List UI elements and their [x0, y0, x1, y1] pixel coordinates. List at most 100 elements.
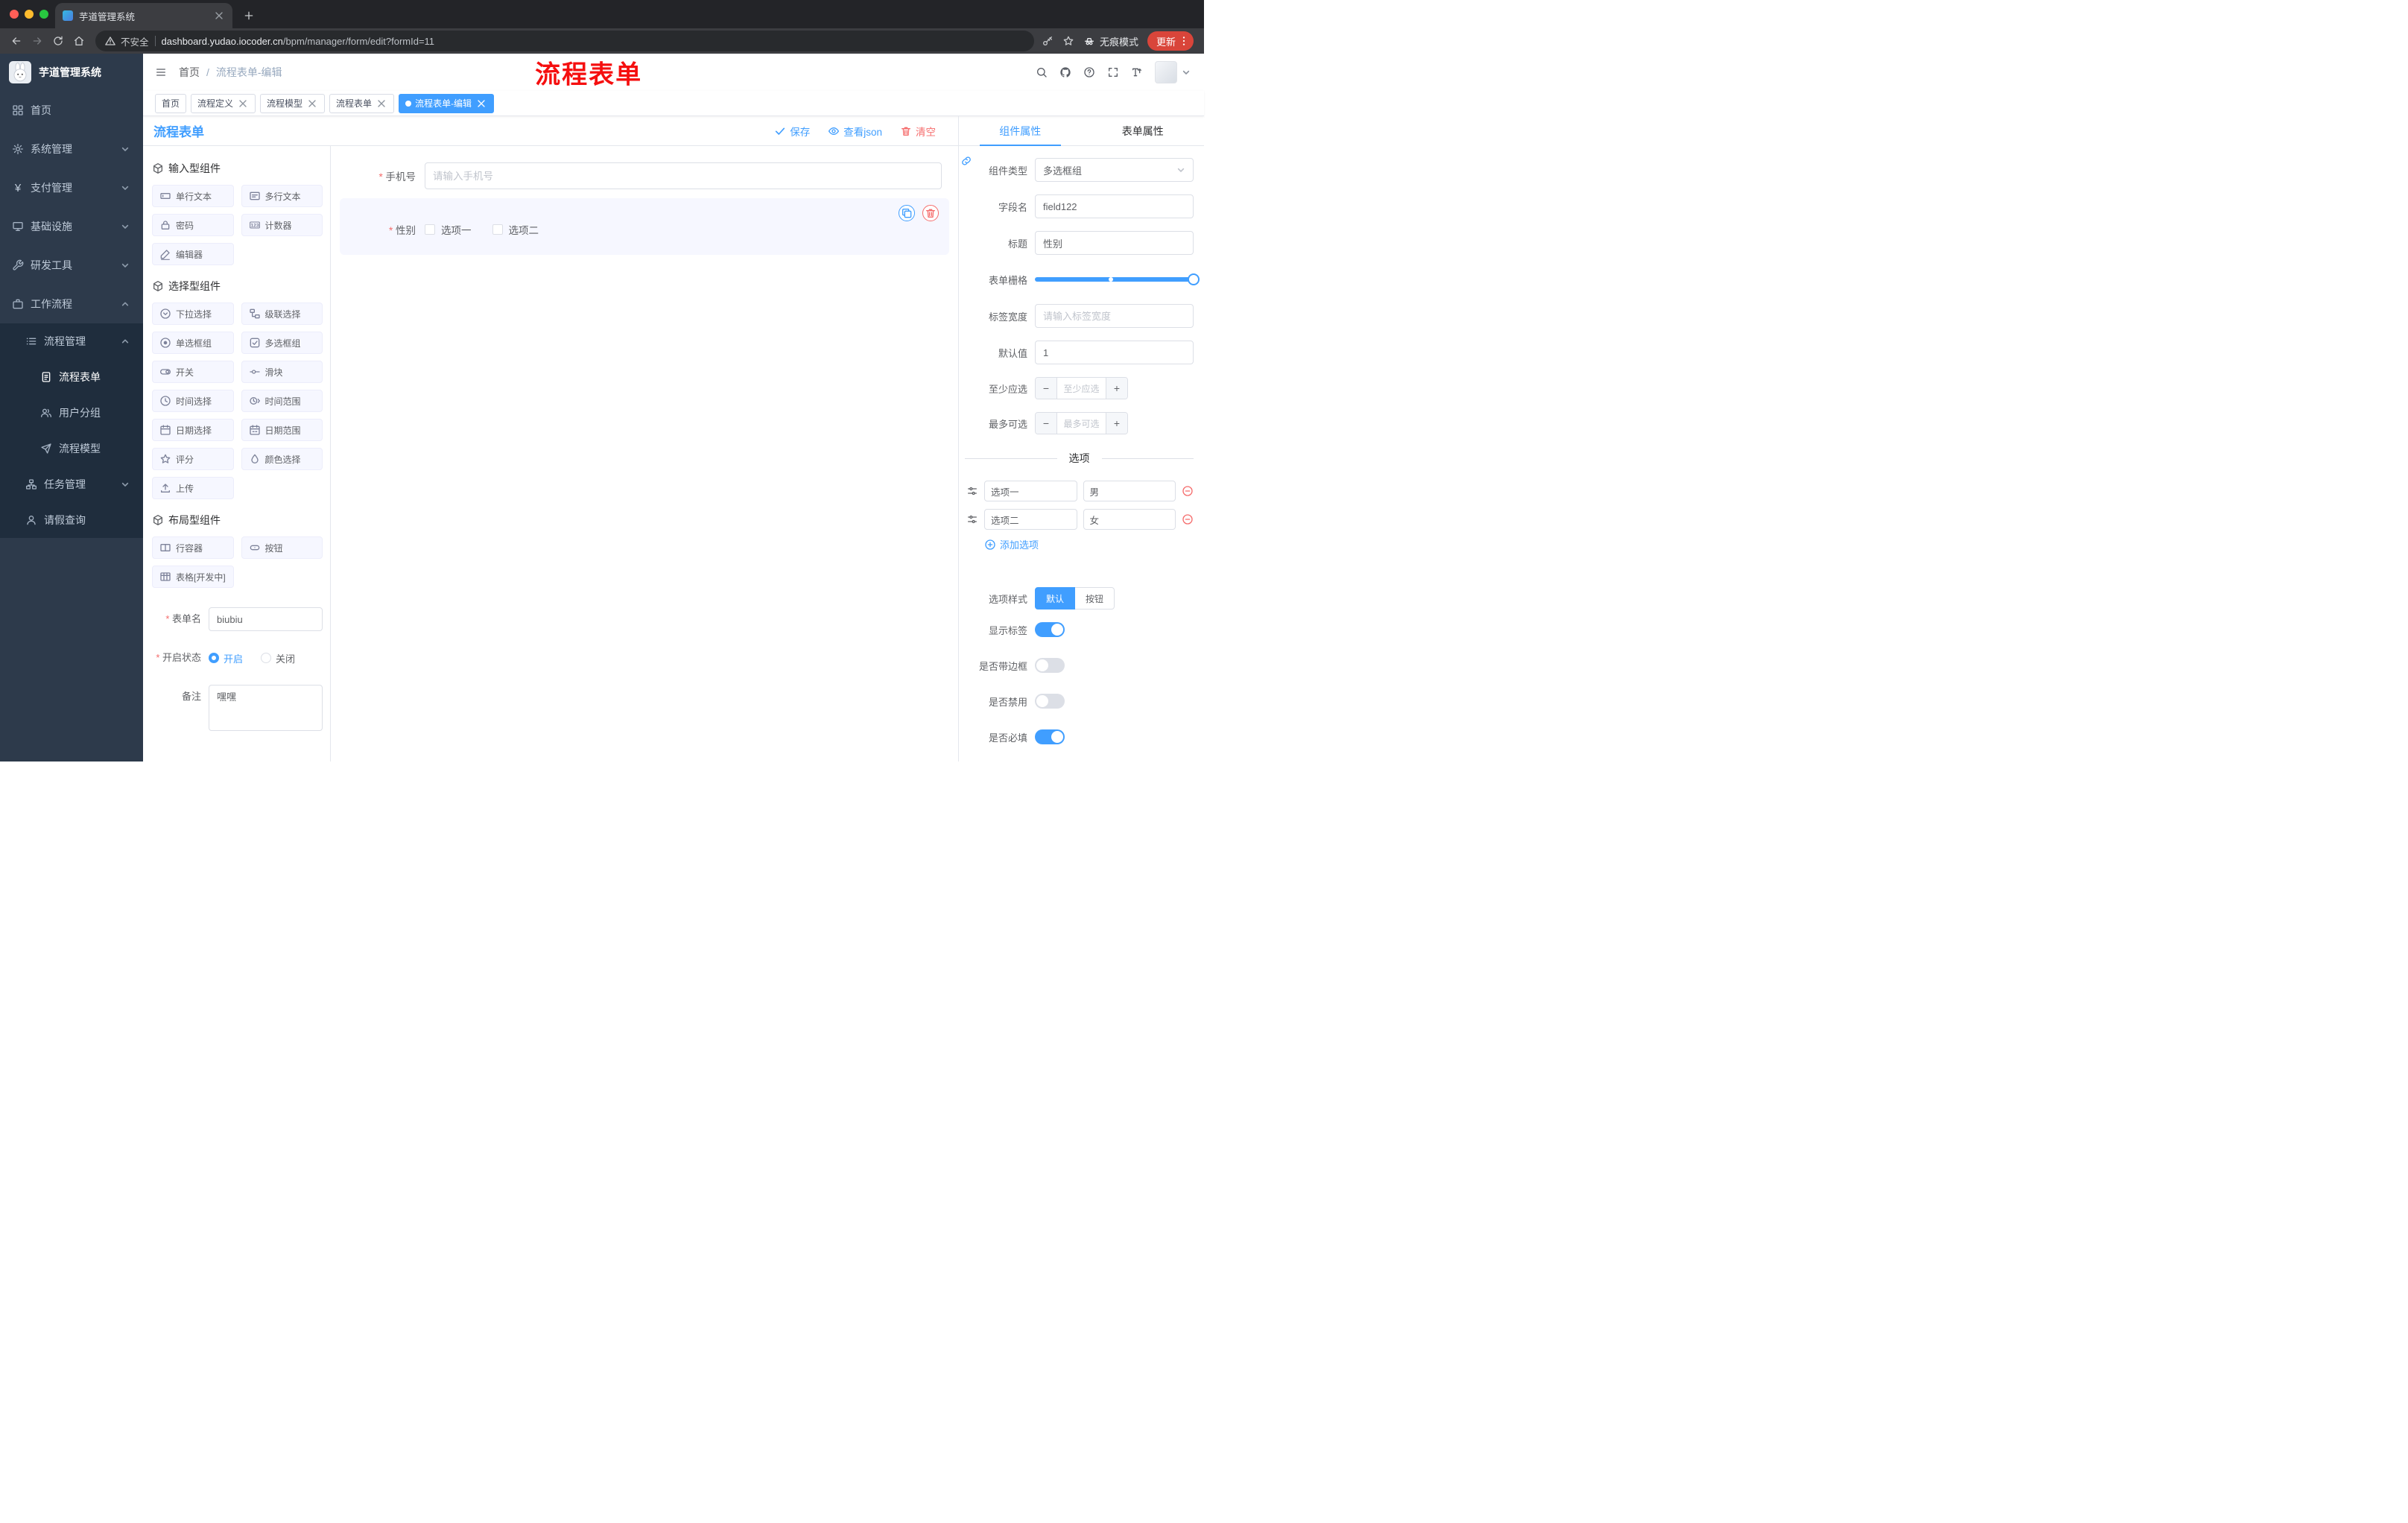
user-avatar-menu[interactable] — [1155, 61, 1192, 83]
browser-tab[interactable]: 芋道管理系统 — [55, 3, 232, 28]
palette-item-date-range[interactable]: 日期范围 — [241, 419, 323, 441]
form-grid-slider[interactable] — [1035, 267, 1200, 291]
palette-item-radio-group[interactable]: 单选框组 — [152, 332, 234, 354]
canvas-field-gender[interactable]: 性别 选项一 选项二 — [340, 198, 949, 255]
form-canvas[interactable]: 手机号 性别 选项一 选项二 — [331, 146, 958, 762]
reload-button[interactable] — [48, 31, 69, 51]
sidebar-item-dev-tools[interactable]: 研发工具 — [0, 246, 143, 285]
tag-process-form[interactable]: 流程表单 — [329, 93, 395, 113]
checkbox-box[interactable] — [425, 224, 435, 235]
sidebar-item-process-management[interactable]: 流程管理 — [0, 323, 143, 359]
clear-button[interactable]: 清空 — [900, 124, 936, 139]
sidebar-item-user-group[interactable]: 用户分组 — [0, 395, 143, 431]
github-icon[interactable] — [1059, 66, 1071, 78]
component-type-select[interactable]: 多选框组 — [1035, 158, 1194, 182]
palette-item-date-picker[interactable]: 日期选择 — [152, 419, 234, 441]
palette-item-button[interactable]: 按钮 — [241, 536, 323, 559]
tab-form-props[interactable]: 表单属性 — [1082, 116, 1205, 145]
sidebar-item-system[interactable]: 系统管理 — [0, 130, 143, 168]
close-tag-icon[interactable] — [237, 98, 249, 110]
border-switch[interactable] — [1035, 658, 1065, 673]
status-on-radio[interactable]: 开启 — [209, 651, 243, 665]
close-tag-icon[interactable] — [306, 98, 318, 110]
label-width-input[interactable] — [1035, 304, 1194, 328]
field-name-input[interactable] — [1035, 194, 1194, 218]
palette-item-cascader[interactable]: 级联选择 — [241, 303, 323, 325]
sidebar-logo[interactable]: 芋道管理系统 — [0, 54, 143, 91]
tab-component-props[interactable]: 组件属性 — [959, 116, 1082, 146]
palette-item-time-picker[interactable]: 时间选择 — [152, 390, 234, 412]
tag-process-definition[interactable]: 流程定义 — [191, 93, 256, 113]
close-tag-icon[interactable] — [376, 98, 387, 110]
palette-item-counter[interactable]: 计数器 — [241, 214, 323, 236]
gender-option-2-checkbox[interactable]: 选项二 — [492, 222, 539, 237]
palette-item-row-container[interactable]: 行容器 — [152, 536, 234, 559]
browser-update-button[interactable]: 更新 — [1147, 31, 1194, 51]
palette-item-upload[interactable]: 上传 — [152, 477, 234, 499]
option-style-default-button[interactable]: 默认 — [1035, 587, 1076, 609]
avatar[interactable] — [1155, 61, 1177, 83]
decrease-button[interactable]: − — [1036, 378, 1057, 399]
palette-item-checkbox-group[interactable]: 多选框组 — [241, 332, 323, 354]
palette-item-multi-line-text[interactable]: 多行文本 — [241, 185, 323, 207]
view-json-button[interactable]: 查看json — [828, 124, 882, 139]
address-bar[interactable]: 不安全 dashboard.yudao.iocoder.cn/bpm/manag… — [95, 31, 1034, 51]
kebab-menu-icon[interactable] — [1178, 35, 1190, 47]
palette-item-password[interactable]: 密码 — [152, 214, 234, 236]
palette-item-time-range[interactable]: 时间范围 — [241, 390, 323, 412]
palette-item-editor[interactable]: 编辑器 — [152, 243, 234, 265]
palette-item-rate[interactable]: 评分 — [152, 448, 234, 470]
option-1-value-input[interactable] — [1083, 481, 1176, 501]
sidebar-item-workflow[interactable]: 工作流程 — [0, 285, 143, 323]
min-select-value[interactable]: 至少应选 — [1057, 378, 1106, 399]
save-button[interactable]: 保存 — [774, 124, 810, 139]
breadcrumb-home[interactable]: 首页 — [179, 65, 200, 80]
palette-item-single-line-text[interactable]: 单行文本 — [152, 185, 234, 207]
delete-field-button[interactable] — [922, 205, 939, 221]
tag-process-form-edit[interactable]: 流程表单-编辑 — [399, 93, 495, 113]
title-input[interactable] — [1035, 231, 1194, 255]
disabled-switch[interactable] — [1035, 694, 1065, 709]
bookmark-star-icon[interactable] — [1062, 35, 1074, 47]
close-tab-icon[interactable] — [213, 10, 225, 22]
slider-handle[interactable] — [1188, 273, 1200, 285]
sidebar-item-infrastructure[interactable]: 基础设施 — [0, 207, 143, 246]
option-style-button-button[interactable]: 按钮 — [1075, 587, 1115, 609]
sidebar-item-task-management[interactable]: 任务管理 — [0, 466, 143, 502]
password-key-icon[interactable] — [1042, 35, 1054, 47]
increase-button[interactable]: + — [1106, 413, 1127, 434]
min-select-stepper[interactable]: − 至少应选 + — [1035, 377, 1128, 399]
status-off-radio[interactable]: 关闭 — [261, 651, 295, 665]
remark-textarea[interactable]: 嘿嘿 — [209, 685, 323, 731]
palette-item-select[interactable]: 下拉选择 — [152, 303, 234, 325]
tag-home[interactable]: 首页 — [155, 93, 187, 113]
slider-track[interactable] — [1035, 273, 1200, 285]
sidebar-item-home[interactable]: 首页 — [0, 91, 143, 130]
collapse-sidebar-button[interactable] — [155, 66, 167, 78]
gender-option-1-checkbox[interactable]: 选项一 — [425, 222, 472, 237]
close-window-button[interactable] — [10, 10, 19, 19]
help-icon[interactable] — [1083, 66, 1095, 78]
tag-process-model[interactable]: 流程模型 — [260, 93, 326, 113]
home-button[interactable] — [69, 31, 89, 51]
palette-item-color-picker[interactable]: 颜色选择 — [241, 448, 323, 470]
sidebar-item-process-form[interactable]: 流程表单 — [0, 359, 143, 395]
increase-button[interactable]: + — [1106, 378, 1127, 399]
show-label-switch[interactable] — [1035, 622, 1065, 637]
font-size-icon[interactable] — [1131, 66, 1143, 78]
form-name-input[interactable] — [209, 607, 323, 631]
sidebar-item-payment[interactable]: ¥ 支付管理 — [0, 168, 143, 207]
maximize-window-button[interactable] — [39, 10, 48, 19]
back-button[interactable] — [6, 31, 27, 51]
checkbox-box[interactable] — [492, 224, 503, 235]
required-switch[interactable] — [1035, 729, 1065, 744]
max-select-stepper[interactable]: − 最多可选 + — [1035, 412, 1128, 434]
remove-option-icon[interactable] — [1182, 513, 1194, 525]
doc-link-icon[interactable] — [960, 155, 972, 167]
copy-field-button[interactable] — [899, 205, 915, 221]
add-option-button[interactable]: 添加选项 — [984, 537, 1194, 551]
close-tag-icon[interactable] — [475, 98, 487, 110]
palette-item-slider[interactable]: 滑块 — [241, 361, 323, 383]
remove-option-icon[interactable] — [1182, 485, 1194, 497]
search-icon[interactable] — [1036, 66, 1048, 78]
